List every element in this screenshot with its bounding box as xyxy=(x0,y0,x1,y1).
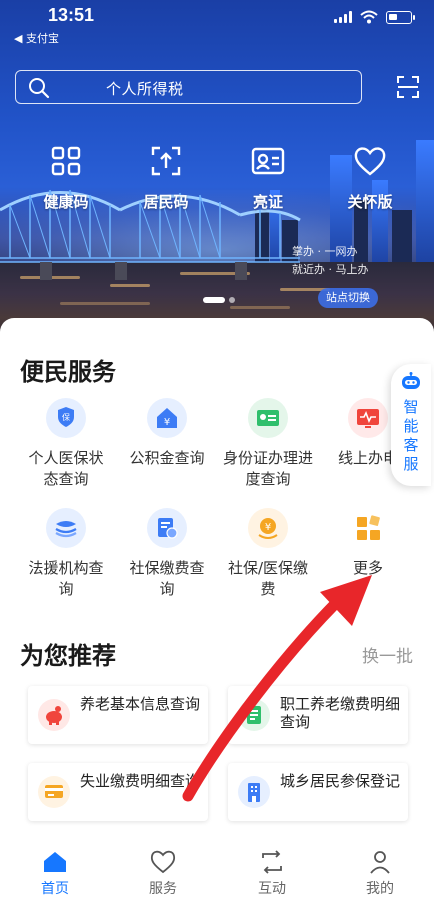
quick-entry-show-id[interactable]: 亮证 xyxy=(228,145,308,212)
service-item-more[interactable]: 更多 xyxy=(318,508,418,579)
recommend-card-pension-info[interactable]: 养老基本信息查询 xyxy=(28,686,208,744)
house-yen-icon: ¥ xyxy=(157,408,177,428)
recommend-label: 城乡居民参保登记 xyxy=(280,772,401,790)
svg-text:¥: ¥ xyxy=(164,417,170,428)
svg-text:¥: ¥ xyxy=(265,522,271,533)
hero-slogan-line: 掌办 · 一网办 xyxy=(292,245,358,258)
exchange-icon xyxy=(262,850,282,874)
quick-entry-label: 居民码 xyxy=(143,193,189,211)
quick-entry-health-code[interactable]: 健康码 xyxy=(26,145,106,212)
carousel-indicator xyxy=(203,297,235,303)
tab-label: 首页 xyxy=(41,881,69,897)
quick-entry-resident-code[interactable]: 居民码 xyxy=(126,145,206,212)
recommend-label: 职工养老缴费明细查询 xyxy=(280,695,401,731)
service-item-legal-aid[interactable]: 法援机构查询 xyxy=(16,508,116,600)
refresh-button[interactable]: 换一批 xyxy=(362,642,413,667)
recommend-card-unemployment-details[interactable]: 失业缴费明细查询 xyxy=(28,763,208,821)
card-icon xyxy=(38,776,70,808)
piggy-icon xyxy=(38,699,70,731)
heart-outline-icon xyxy=(150,850,176,874)
upload-frame-icon xyxy=(151,146,181,176)
user-icon xyxy=(370,851,390,874)
document-coin-icon xyxy=(158,518,178,539)
hero-slogan-line: 就近办 · 马上办 xyxy=(292,263,369,276)
monitor-pulse-icon xyxy=(357,409,379,428)
battery-icon xyxy=(386,10,415,24)
svg-text:保: 保 xyxy=(62,412,70,422)
tab-mine[interactable]: 我的 xyxy=(340,848,420,898)
service-item-social-security-payment[interactable]: 社保缴费查询 xyxy=(117,508,217,600)
tab-interact[interactable]: 互动 xyxy=(232,848,312,898)
recommend-label: 失业缴费明细查询 xyxy=(80,772,201,790)
service-item-housing-fund[interactable]: ¥ 公积金查询 xyxy=(117,398,217,469)
building-icon xyxy=(238,776,270,808)
service-item-id-card-progress[interactable]: 身份证办理进度查询 xyxy=(218,398,318,490)
layers-icon xyxy=(55,521,77,538)
home-icon xyxy=(44,852,66,872)
recommend-card-pension-details[interactable]: 职工养老缴费明细查询 xyxy=(228,686,408,744)
heart-icon xyxy=(354,147,386,176)
search-icon xyxy=(29,78,50,99)
bottom-tab-bar: 首页 服务 互动 我的 xyxy=(0,840,434,906)
apps-grid-icon xyxy=(357,515,380,540)
service-label: 身份证办理进度查询 xyxy=(222,449,313,488)
tab-services[interactable]: 服务 xyxy=(123,848,203,898)
search-input[interactable]: 个人所得税 xyxy=(15,70,362,104)
service-item-insurance-payment[interactable]: ¥ 社保/医保缴费 xyxy=(218,508,318,600)
carousel-dot xyxy=(229,297,235,303)
scan-icon[interactable] xyxy=(397,76,419,98)
qr-grid-icon xyxy=(51,146,81,176)
robot-icon xyxy=(402,372,420,389)
wifi-icon xyxy=(360,10,378,24)
service-label: 社保/医保缴费 xyxy=(227,559,309,598)
list-icon xyxy=(238,699,270,731)
id-card-icon xyxy=(257,410,279,426)
quick-entry-care-mode[interactable]: 关怀版 xyxy=(330,145,410,212)
section-title-convenience: 便民服务 xyxy=(20,358,116,386)
hero-banner: 13:51 ◀ 支付宝 个人所得税 健康码 居民码 亮证 关怀版 掌办 · 一网… xyxy=(0,0,434,340)
tab-label: 我的 xyxy=(366,881,394,897)
shield-hand-icon: 保 xyxy=(58,407,74,427)
status-time: 13:51 xyxy=(48,5,95,25)
recommend-card-resident-enrollment[interactable]: 城乡居民参保登记 xyxy=(228,763,408,821)
status-icons xyxy=(334,10,415,24)
service-label: 更多 xyxy=(352,559,383,577)
id-card-icon xyxy=(251,147,285,175)
service-label: 公积金查询 xyxy=(129,449,205,467)
carousel-dot-active xyxy=(203,297,225,303)
smart-assistant-label: 智能客服 xyxy=(403,398,419,473)
service-label: 法援机构查询 xyxy=(28,559,104,598)
back-to-app-link[interactable]: ◀ 支付宝 xyxy=(14,30,59,46)
smart-assistant-button[interactable]: 智能客服 xyxy=(391,364,431,486)
service-label: 社保缴费查询 xyxy=(129,559,205,598)
tab-label: 互动 xyxy=(258,881,286,897)
quick-entry-label: 健康码 xyxy=(43,193,89,211)
site-switch-button[interactable]: 站点切换 xyxy=(318,288,378,308)
service-item-medical-insurance[interactable]: 保 个人医保状态查询 xyxy=(16,398,116,490)
tab-label: 服务 xyxy=(149,881,177,897)
quick-entry-label: 关怀版 xyxy=(347,193,393,211)
quick-entry-label: 亮证 xyxy=(252,193,283,211)
signal-icon xyxy=(334,11,352,23)
yen-coin-icon: ¥ xyxy=(258,518,278,539)
service-label: 个人医保状态查询 xyxy=(28,449,104,488)
hero-slogan: 掌办 · 一网办 就近办 · 马上办 xyxy=(292,243,369,279)
search-placeholder: 个人所得税 xyxy=(106,80,184,98)
section-title-recommend: 为您推荐 xyxy=(20,642,116,670)
recommend-label: 养老基本信息查询 xyxy=(80,695,201,713)
tab-home[interactable]: 首页 xyxy=(15,848,95,898)
